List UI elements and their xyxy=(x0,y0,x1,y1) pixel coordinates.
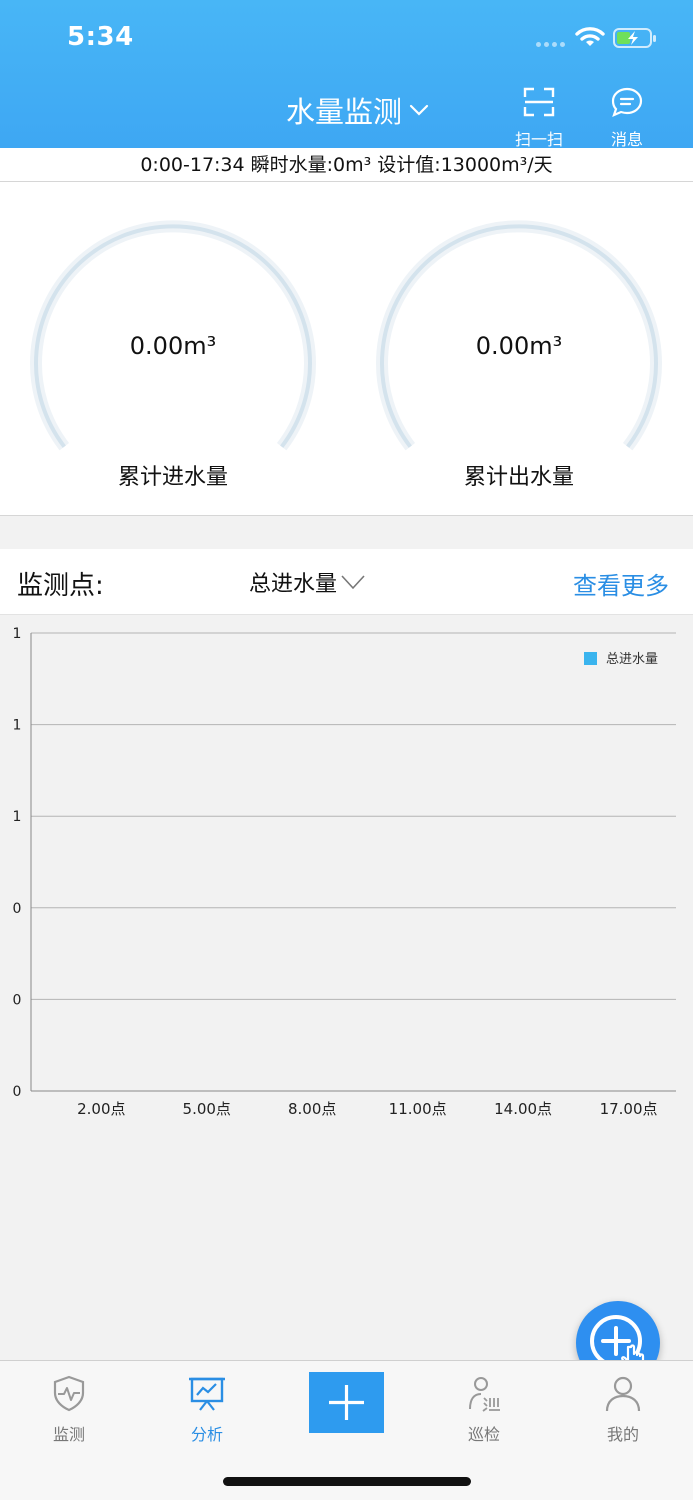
shield-pulse-icon xyxy=(53,1375,85,1412)
water-chart: 1 1 1 0 0 0 2.00点 5.00点 8.00点 11.00点 14.00点 17.00点总… xyxy=(0,616,693,1136)
page-title: 水量监测 xyxy=(286,95,403,129)
tab-patrol[interactable]: 巡检 xyxy=(434,1373,534,1445)
x-tick-label: 2.00点 xyxy=(77,1100,125,1118)
x-tick-label: 14.00点 xyxy=(494,1100,552,1118)
x-tick-label: 8.00点 xyxy=(288,1100,336,1118)
x-tick-label: 11.00点 xyxy=(389,1100,447,1118)
message-button[interactable]: 消息 xyxy=(597,86,657,150)
tab-monitor[interactable]: 监测 xyxy=(19,1373,119,1445)
message-label: 消息 xyxy=(610,130,643,149)
tab-mine[interactable]: 我的 xyxy=(573,1373,673,1445)
tab-label: 我的 xyxy=(606,1425,639,1444)
tab-analysis[interactable]: 分析 xyxy=(157,1373,257,1445)
signal-dots-icon xyxy=(536,42,565,47)
scan-label: 扫一扫 xyxy=(514,130,563,149)
water-info-text: 0:00-17:34 瞬时水量:0m³ 设计值:13000m³/天 xyxy=(0,148,693,182)
gauge-value: 0.00m³ xyxy=(475,332,563,360)
y-tick-label: 0 xyxy=(13,901,22,917)
app-screen: 5:34 水量监测 扫一扫 消息 0:00-17:34 瞬时水量:0m³ 设计值… xyxy=(0,0,693,1500)
gauge-label: 累计进水量 xyxy=(117,465,228,490)
legend-swatch xyxy=(584,652,597,665)
header-bar: 5:34 水量监测 扫一扫 消息 xyxy=(0,0,693,150)
gauge-value: 0.00m³ xyxy=(129,332,217,360)
title-dropdown[interactable]: 水量监测 xyxy=(286,90,430,130)
tab-label: 分析 xyxy=(190,1425,223,1444)
scan-button[interactable]: 扫一扫 xyxy=(509,86,569,150)
user-icon xyxy=(605,1376,641,1412)
wifi-icon xyxy=(575,27,605,46)
monitor-point-value: 总进水量 xyxy=(249,572,338,597)
gauge-panel: 0.00m³ 累计进水量 0.00m³ 累计出水量 xyxy=(0,182,693,516)
chevron-down-icon xyxy=(409,104,429,116)
gauge-label: 累计出水量 xyxy=(463,465,574,490)
scan-icon xyxy=(523,87,555,117)
monitor-point-label: 监测点: xyxy=(17,571,104,601)
monitor-point-select[interactable]: 总进水量 xyxy=(249,566,366,598)
status-time: 5:34 xyxy=(67,22,134,52)
monitor-point-row: 监测点: 总进水量 查看更多 xyxy=(0,549,693,615)
chart-board-icon xyxy=(189,1377,225,1411)
legend-label: 总进水量 xyxy=(606,652,658,667)
chart-svg: 1 1 1 0 0 0 2.00点 5.00点 8.00点 11.00点 14.00点 17.00点总… xyxy=(13,626,676,1118)
tab-label: 监测 xyxy=(52,1425,85,1444)
y-tick-label: 1 xyxy=(13,626,22,642)
patrol-icon xyxy=(469,1377,500,1412)
x-tick-label: 17.00点 xyxy=(600,1100,658,1118)
view-more-link[interactable]: 查看更多 xyxy=(573,566,669,601)
home-indicator xyxy=(223,1477,471,1486)
y-tick-label: 0 xyxy=(13,992,22,1008)
y-tick-label: 1 xyxy=(13,718,22,734)
y-tick-label: 1 xyxy=(13,809,22,825)
tab-add-button[interactable] xyxy=(309,1372,384,1433)
tab-label: 巡检 xyxy=(467,1425,500,1444)
battery-icon xyxy=(613,28,656,48)
y-tick-label: 0 xyxy=(13,1084,22,1100)
message-icon xyxy=(611,87,643,117)
gauge-outflow: 0.00m³ 累计出水量 xyxy=(346,182,692,516)
plus-icon xyxy=(329,1385,364,1420)
x-tick-label: 5.00点 xyxy=(183,1100,231,1118)
chevron-down-icon xyxy=(341,575,365,590)
gauge-inflow: 0.00m³ 累计进水量 xyxy=(0,182,346,516)
